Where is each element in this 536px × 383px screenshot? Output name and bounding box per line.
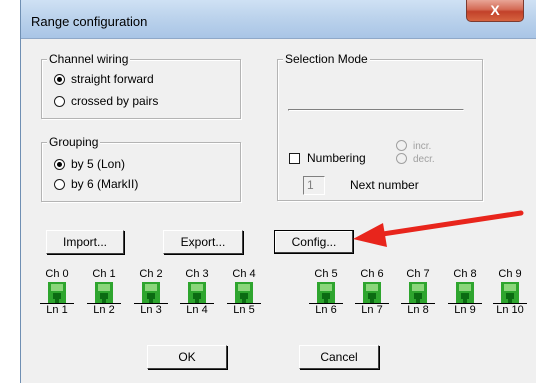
radio-indicator[interactable]	[396, 153, 407, 164]
channel-wiring-group: Channel wiring straight forward crossed …	[41, 52, 241, 119]
channel-label: Ch 2	[139, 268, 163, 280]
cancel-button[interactable]: Cancel	[299, 345, 379, 369]
channel-label: Ch 6	[360, 268, 384, 280]
radio-label: incr.	[413, 141, 432, 152]
numbering-label: Numbering	[307, 151, 366, 165]
radio-indicator[interactable]	[54, 159, 65, 170]
close-icon: X	[490, 2, 500, 18]
channel-label: Ch 1	[92, 268, 116, 280]
channel-connector-icon	[235, 282, 253, 304]
radio-by-6-markii[interactable]: by 6 (MarkII)	[54, 177, 138, 193]
channel-connector-icon	[48, 282, 66, 304]
radio-indicator[interactable]	[54, 74, 65, 85]
channel-connector-icon	[142, 282, 160, 304]
channel-label: Ch 4	[232, 268, 256, 280]
line-label: Ln 5	[227, 303, 261, 316]
radio-label: straight forward	[71, 72, 154, 86]
radio-label: by 5 (Lon)	[71, 157, 126, 171]
ok-button[interactable]: OK	[147, 345, 227, 369]
selection-mode-group: Selection Mode Numbering incr. decr. 1 N…	[277, 52, 483, 201]
line-label: Ln 6	[309, 303, 343, 316]
channel-label: Ch 8	[453, 268, 477, 280]
radio-indicator[interactable]	[54, 96, 65, 107]
radio-by-5-lon[interactable]: by 5 (Lon)	[54, 157, 125, 173]
channel-connector-icon	[456, 282, 474, 304]
selection-mode-separator	[288, 109, 464, 111]
channel-connector-icon	[501, 282, 519, 304]
line-label: Ln 7	[355, 303, 389, 316]
title-bar[interactable]: Range configuration X	[21, 0, 536, 39]
radio-crossed-by-pairs[interactable]: crossed by pairs	[54, 94, 158, 110]
line-label: Ln 8	[401, 303, 435, 316]
radio-label: by 6 (MarkII)	[71, 177, 139, 191]
numbering-checkbox[interactable]	[289, 153, 300, 164]
red-arrow-annotation	[353, 210, 524, 247]
line-label: Ln 10	[493, 303, 527, 316]
radio-label: decr.	[413, 154, 435, 165]
channel-connector-icon	[188, 282, 206, 304]
window-title: Range configuration	[31, 14, 148, 29]
channel-label: Ch 5	[314, 268, 338, 280]
line-label: Ln 9	[448, 303, 482, 316]
selection-mode-legend: Selection Mode	[283, 52, 370, 66]
radio-straight-forward[interactable]: straight forward	[54, 72, 154, 88]
close-button[interactable]: X	[466, 0, 524, 22]
line-label: Ln 3	[134, 303, 168, 316]
channel-connector-icon	[363, 282, 381, 304]
channel-label: Ch 9	[498, 268, 522, 280]
next-number-label: Next number	[350, 178, 419, 192]
line-label: Ln 4	[180, 303, 214, 316]
channel-label: Ch 0	[45, 268, 69, 280]
dialog-window: Range configuration X Channel wiring str…	[20, 0, 536, 383]
next-number-field[interactable]: 1	[303, 176, 325, 195]
radio-label: crossed by pairs	[71, 94, 159, 108]
radio-decr[interactable]: decr.	[396, 153, 435, 165]
import-button[interactable]: Import...	[46, 230, 124, 254]
radio-indicator[interactable]	[396, 140, 407, 151]
channel-connector-icon	[409, 282, 427, 304]
radio-indicator[interactable]	[54, 179, 65, 190]
line-label: Ln 2	[87, 303, 121, 316]
channel-connector-icon	[95, 282, 113, 304]
radio-incr[interactable]: incr.	[396, 140, 431, 152]
grouping-group: Grouping by 5 (Lon) by 6 (MarkII)	[41, 135, 241, 202]
channel-connector-icon	[317, 282, 335, 304]
channel-label: Ch 7	[406, 268, 430, 280]
export-button[interactable]: Export...	[163, 230, 243, 254]
channel-wiring-legend: Channel wiring	[47, 52, 131, 66]
grouping-legend: Grouping	[47, 135, 101, 149]
channel-label: Ch 3	[185, 268, 209, 280]
line-label: Ln 1	[40, 303, 74, 316]
